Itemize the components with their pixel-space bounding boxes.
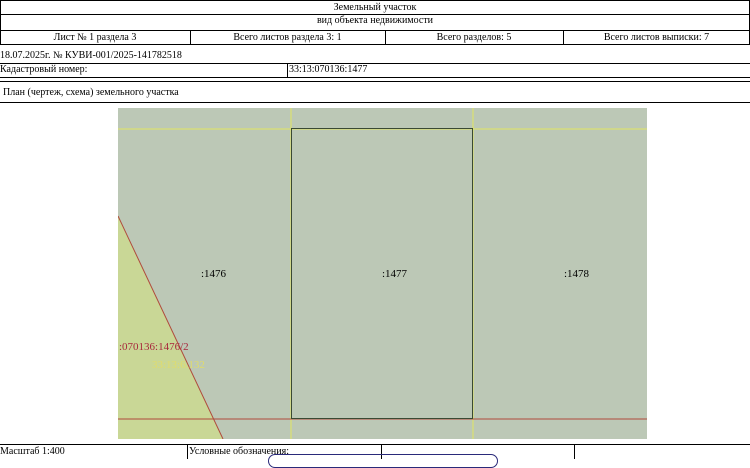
document-reference: 18.07.2025г. № КУВИ-001/2025-141782518 [0,50,182,61]
quarter-label: 33:13:6.132 [152,359,205,371]
parcel-plan-map: :1476 :1477 :1478 :070136:1476/2 33:13:6… [118,108,647,439]
subparcel-label: :070136:1476/2 [119,341,189,353]
total-sections: Всего разделов: 5 [436,32,512,43]
legend-shape [268,454,498,468]
total-sheets-section: Всего листов раздела 3: 1 [233,32,342,43]
parcel-label-1478: :1478 [564,268,590,280]
parcel-label-1477: :1477 [382,268,408,280]
plan-title: План (чертеж, схема) земельного участка [3,87,179,98]
cadastral-number: 33:13:070136:1477 [289,64,368,75]
scale-label: Масштаб 1:400 [0,446,65,457]
sheet-number: Лист № 1 раздела 3 [53,32,137,43]
cadastral-label: Кадастровый номер: [0,64,88,75]
total-sheets-extract: Всего листов выписки: 7 [603,32,710,43]
header-title: Земельный участок [333,2,417,13]
parcel-label-1476: :1476 [201,268,227,280]
header-subtitle: вид объекта недвижимости [316,15,434,26]
